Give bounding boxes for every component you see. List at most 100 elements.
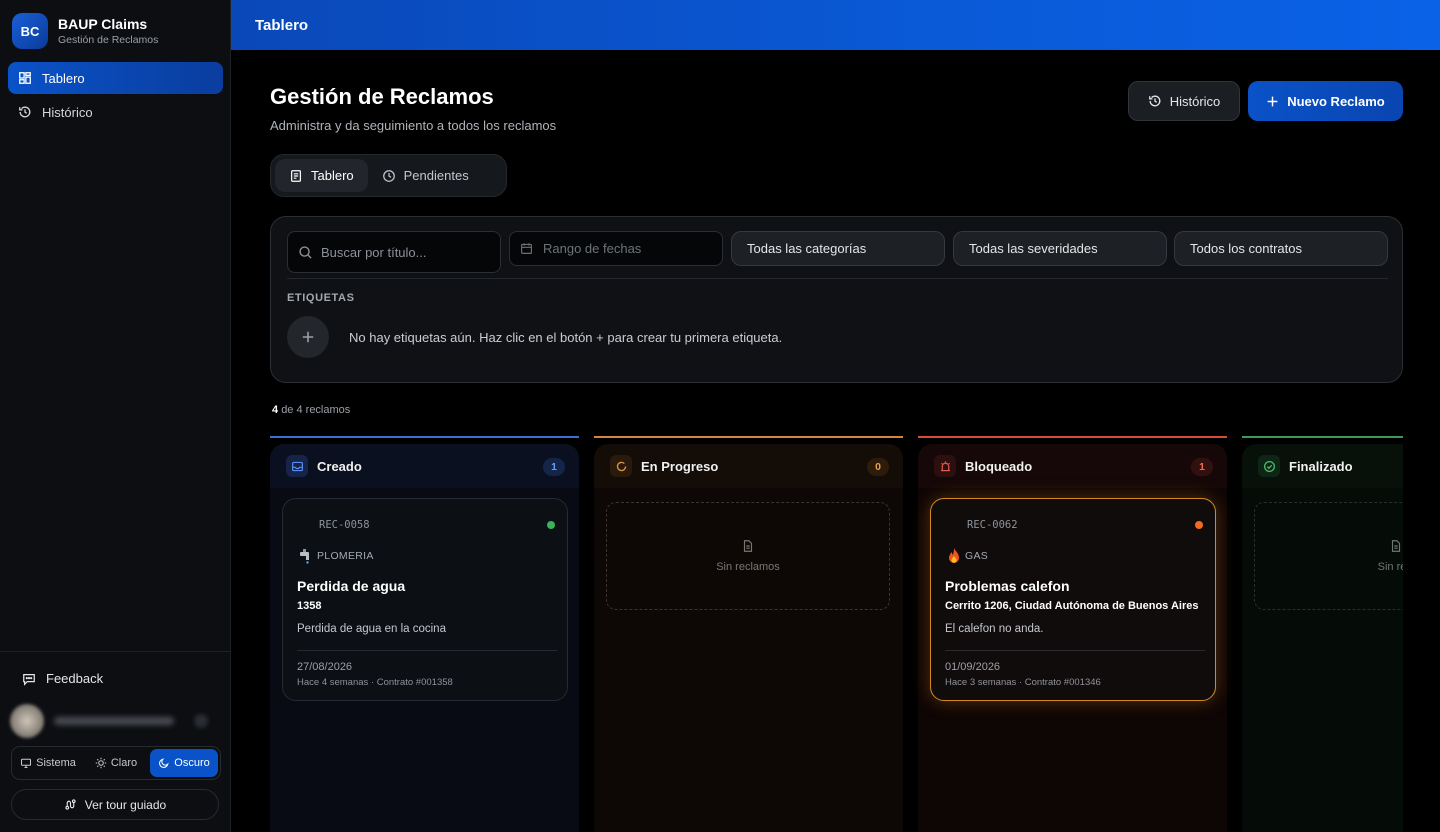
moon-icon [159,758,169,768]
column-title: Bloqueado [965,458,1033,474]
search-placeholder: Buscar por título... [321,244,427,260]
page-title: Gestión de Reclamos [270,84,494,109]
card-divider [297,650,557,651]
claim-description: Perdida de agua en la cocina [297,623,446,635]
claim-id: REC-0062 [967,519,1018,531]
status-dot [547,521,555,529]
column-accent [270,436,579,438]
theme-sistema[interactable]: Sistema [14,749,82,777]
sidebar-item-historico[interactable]: Histórico [8,96,223,128]
theme-oscuro[interactable]: Oscuro [150,749,218,777]
grid-icon [19,72,31,84]
claim-card[interactable]: REC-0062 GAS Problemas calefon Cerrito 1… [930,498,1216,701]
route-icon [65,799,76,810]
column-accent [1242,436,1403,438]
column-count: 0 [867,458,889,476]
status-dot [1195,521,1203,529]
column-header: Creado 1 [270,444,579,488]
page-subtitle: Administra y da seguimiento a todos los … [270,118,557,133]
brand[interactable]: BC BAUP Claims Gestión de Reclamos [12,13,158,49]
user-profile[interactable] [10,704,220,738]
view-tabs: Tablero Pendientes [270,154,507,197]
results-shown: 4 [272,404,279,416]
avatar [10,704,44,738]
tab-tablero[interactable]: Tablero [275,159,368,192]
empty-label: Sin recl [1377,561,1403,573]
column-body: REC-0062 GAS Problemas calefon Cerrito 1… [918,488,1227,832]
category-select[interactable]: Todas las categorías [731,231,945,266]
top-bar: Tablero [231,0,1440,50]
guided-tour-button[interactable]: Ver tour guiado [11,789,219,820]
claim-date: 27/08/2026 [297,661,353,673]
column-title: En Progreso [641,458,719,474]
new-claim-button[interactable]: Nuevo Reclamo [1248,81,1403,121]
top-bar-title: Tablero [255,16,309,34]
sidebar-item-label: Histórico [42,104,93,120]
feedback-label: Feedback [46,671,104,686]
claim-address: Cerrito 1206, Ciudad Autónoma de Buenos … [945,600,1199,612]
card-divider [945,650,1205,651]
history-icon [1148,95,1161,107]
theme-label: Sistema [36,757,76,769]
faucet-icon [300,549,309,564]
history-button[interactable]: Histórico [1128,81,1240,121]
alarm-icon [934,455,956,477]
claim-description: El calefon no anda. [945,623,1044,635]
empty-column: Sin recl [1254,502,1403,610]
user-menu-icon[interactable] [194,714,208,728]
sun-icon [95,757,107,769]
column-title: Creado [317,458,362,474]
claim-meta: Hace 3 semanas · Contrato #001346 [945,677,1101,688]
claim-card[interactable]: REC-0058 PLOMERIA Perdida de agua 1358 P… [282,498,568,701]
results-total: de 4 reclamos [281,404,351,416]
sidebar: BC BAUP Claims Gestión de Reclamos Table… [0,0,231,832]
add-tag-button[interactable] [287,316,329,358]
tab-pendientes[interactable]: Pendientes [368,159,483,192]
theme-label: Claro [110,757,138,769]
tags-label: ETIQUETAS [287,292,355,304]
column-en-progreso: En Progreso 0 Sin reclamos [594,436,903,832]
document-icon [291,169,301,182]
history-icon [19,106,31,118]
monitor-icon [21,758,32,769]
plus-icon [1267,96,1278,106]
sidebar-divider [0,651,231,652]
severity-select[interactable]: Todas las severidades [953,231,1167,266]
date-placeholder: Rango de fechas [543,241,642,256]
claim-category: PLOMERIA [297,547,374,565]
inbox-icon [286,455,308,477]
date-range-input[interactable]: Rango de fechas [509,231,723,266]
feedback-button[interactable]: Feedback [22,671,103,686]
kanban-board: Creado 1 REC-0058 PLOMERIA Perdida de ag… [270,436,1403,832]
column-title: Finalizado [1289,458,1353,474]
empty-column: Sin reclamos [606,502,890,610]
history-button-label: Histórico [1169,93,1221,109]
column-bloqueado: Bloqueado 1 REC-0062 GAS Problemas calef… [918,436,1227,832]
category-label: GAS [965,550,989,562]
message-icon [23,673,35,686]
sidebar-item-tablero[interactable]: Tablero [8,62,223,94]
theme-claro[interactable]: Claro [82,749,150,777]
column-count: 1 [543,458,565,476]
clock-icon [382,169,395,182]
plus-icon [302,331,314,343]
results-count: 4 de 4 reclamos [272,404,350,416]
claim-id: REC-0058 [319,519,370,531]
column-body: Sin reclamos [594,488,903,832]
empty-label: Sin reclamos [716,561,780,573]
tab-label: Tablero [311,168,354,183]
column-header: Bloqueado 1 [918,444,1227,488]
tab-label: Pendientes [403,168,469,183]
column-header: Finalizado [1242,444,1403,488]
file-icon [1391,540,1401,552]
column-creado: Creado 1 REC-0058 PLOMERIA Perdida de ag… [270,436,579,832]
new-claim-label: Nuevo Reclamo [1287,93,1385,109]
claim-category: GAS [945,547,988,565]
search-input[interactable]: Buscar por título... [287,231,501,273]
file-icon [743,540,753,552]
column-count: 1 [1191,458,1213,476]
theme-switcher: Sistema Claro Oscuro [11,746,221,780]
column-body: Sin recl [1242,488,1403,832]
column-body: REC-0058 PLOMERIA Perdida de agua 1358 P… [270,488,579,832]
contract-select[interactable]: Todos los contratos [1174,231,1388,266]
